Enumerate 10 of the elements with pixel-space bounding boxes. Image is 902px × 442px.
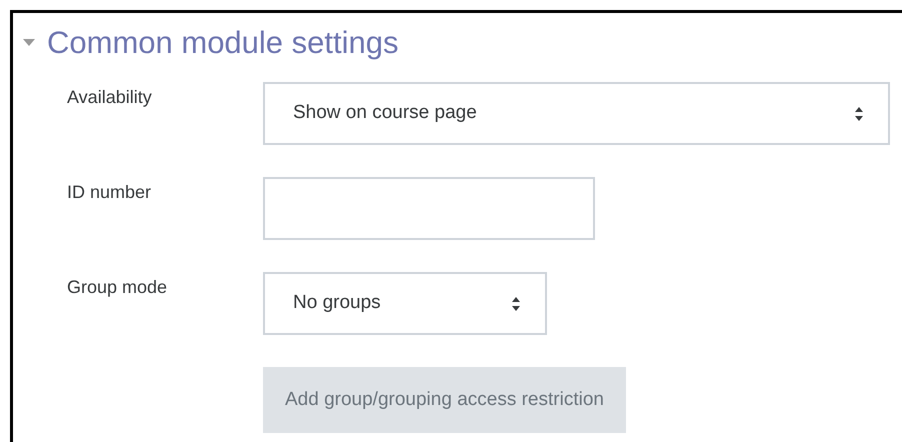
field-label: ID number xyxy=(66,181,152,204)
dropdown-select[interactable]: No groups xyxy=(263,272,547,335)
field-label: Group mode xyxy=(66,276,168,299)
sort-icon xyxy=(854,106,864,122)
input-field[interactable] xyxy=(263,177,595,240)
field-label: Availability xyxy=(66,86,153,109)
section-title[interactable]: Common module settings xyxy=(47,27,398,58)
collapse-triangle-icon[interactable] xyxy=(23,38,35,48)
dropdown-select[interactable]: Show on course page xyxy=(263,82,890,145)
sort-icon xyxy=(511,296,521,312)
